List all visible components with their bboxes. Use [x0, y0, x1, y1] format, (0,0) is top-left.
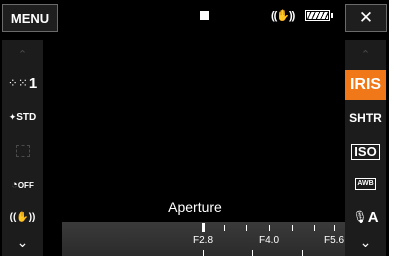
self-timer-button[interactable]: ◔ OFF	[2, 172, 43, 198]
camera-panel: MENU ((✋)) ✕ ⌃ ⁘⁙ 1 ✦ STD ◔ OFF ((✋)) ⌄ …	[0, 0, 389, 256]
frame-button[interactable]	[2, 138, 43, 164]
iris-button[interactable]: IRIS	[345, 70, 386, 100]
scroll-down-icon[interactable]: ⌄	[345, 233, 386, 251]
left-settings-column: ⌃ ⁘⁙ 1 ✦ STD ◔ OFF ((✋)) ⌄	[2, 40, 43, 256]
iso-label: ISO	[351, 144, 380, 160]
aperture-value: F5.6	[323, 235, 345, 246]
scale-tick	[292, 225, 293, 231]
iso-button[interactable]: ISO	[345, 140, 386, 164]
image-stabilizer-icon: ((✋))	[9, 211, 36, 223]
mic-icon: 🎙︎	[352, 210, 368, 224]
scale-tick	[302, 250, 303, 256]
battery-icon	[305, 10, 333, 21]
close-button[interactable]: ✕	[345, 4, 387, 32]
scroll-up-icon[interactable]: ⌃	[2, 46, 43, 62]
scale-tick	[203, 250, 204, 256]
audio-button[interactable]: 🎙︎ A	[345, 204, 386, 230]
scale-tick	[252, 250, 253, 256]
self-timer-off-icon: ◔	[11, 179, 18, 191]
stabilizer-status-icon: ((✋))	[271, 10, 295, 22]
look-value: STD	[16, 111, 37, 123]
aperture-value: F2.8	[192, 235, 214, 246]
image-effect-button[interactable]: ⁘⁙ 1	[2, 70, 43, 96]
scroll-down-icon[interactable]: ⌄	[2, 233, 43, 251]
frame-icon	[15, 145, 30, 157]
menu-button[interactable]: MENU	[2, 4, 58, 32]
screen: MENU ((✋)) ✕ ⌃ ⁘⁙ 1 ✦ STD ◔ OFF ((✋)) ⌄ …	[0, 0, 394, 256]
scale-tick	[269, 225, 270, 231]
scale-tick	[246, 225, 247, 231]
look-std-icon: ✦	[8, 111, 17, 122]
aperture-indicator	[202, 223, 205, 232]
white-balance-button[interactable]: AWB	[345, 172, 386, 196]
image-effect-icon: ⁘⁙	[7, 76, 28, 90]
self-timer-value: OFF	[17, 180, 34, 190]
aperture-value: F4.0	[258, 235, 280, 246]
aperture-scale[interactable]: F2.8 F4.0 F5.6	[62, 222, 345, 256]
image-effect-value: 1	[28, 74, 38, 92]
scale-tick	[334, 225, 335, 231]
awb-label: AWB	[355, 178, 376, 190]
scroll-up-icon[interactable]: ⌃	[345, 46, 386, 62]
look-button[interactable]: ✦ STD	[2, 104, 43, 130]
aperture-label: Aperture	[168, 199, 222, 215]
shutter-button[interactable]: SHTR	[345, 106, 386, 130]
scale-tick	[314, 225, 315, 231]
scale-tick	[224, 225, 225, 231]
record-standby-icon	[200, 11, 209, 20]
right-settings-column: ⌃ IRIS SHTR ISO AWB 🎙︎ A ⌄	[345, 40, 386, 256]
audio-mode: A	[367, 208, 379, 226]
image-stabilizer-button[interactable]: ((✋))	[2, 204, 43, 230]
